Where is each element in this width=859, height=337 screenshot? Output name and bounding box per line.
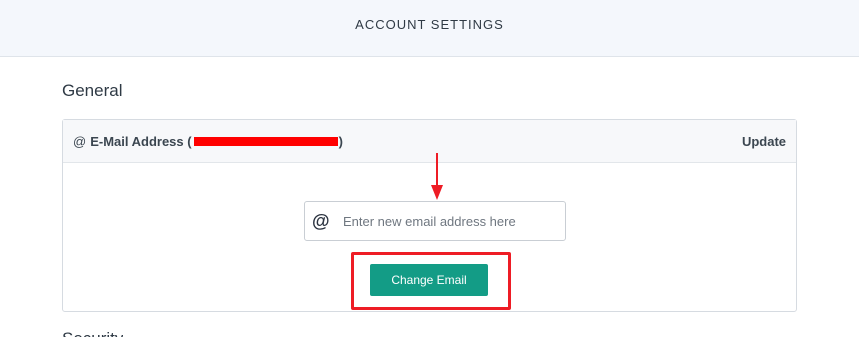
section-heading-general: General [62, 81, 123, 100]
email-label-suffix: ) [338, 134, 343, 149]
update-link[interactable]: Update [742, 134, 786, 149]
email-label-prefix: E-Mail Address ( [90, 134, 192, 149]
at-icon: @ [312, 211, 330, 231]
new-email-input[interactable] [343, 202, 561, 240]
top-header: ACCOUNT SETTINGS [0, 0, 859, 57]
change-email-button[interactable]: Change Email [370, 264, 488, 296]
page-title: ACCOUNT SETTINGS [355, 17, 504, 32]
annotation-arrow-down [431, 153, 443, 200]
redacted-email [193, 137, 338, 147]
email-address-label: @ E-Mail Address () [73, 134, 343, 149]
new-email-field: @ [304, 201, 566, 241]
at-icon: @ [73, 134, 87, 149]
section-heading-security: Security [62, 329, 123, 337]
